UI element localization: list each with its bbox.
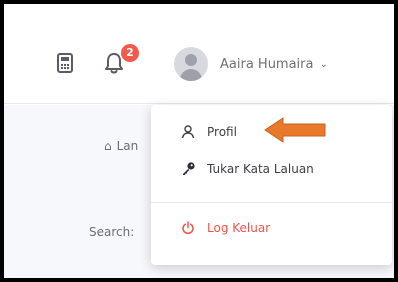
tab-home-label: Lan bbox=[116, 139, 139, 153]
menu-divider bbox=[151, 202, 392, 203]
menu-item-label: Tukar Kata Laluan bbox=[207, 161, 314, 176]
user-icon bbox=[181, 125, 199, 139]
home-icon: ⌂ bbox=[104, 139, 112, 153]
menu-item-label: Log Keluar bbox=[207, 221, 271, 235]
notification-button[interactable]: 2 bbox=[96, 44, 139, 82]
notification-badge: 2 bbox=[121, 44, 139, 62]
chevron-down-icon: ⌄ bbox=[319, 58, 328, 70]
calculator-icon bbox=[57, 53, 73, 73]
pointer-arrow-icon bbox=[264, 117, 326, 143]
menu-item-logout[interactable]: Log Keluar bbox=[181, 221, 270, 235]
top-navbar: 2 Aaira Humaira ⌄ bbox=[4, 4, 394, 104]
key-icon bbox=[181, 161, 199, 176]
power-icon bbox=[181, 221, 199, 235]
user-name: Aaira Humaira bbox=[220, 56, 314, 72]
tab-home[interactable]: ⌂ Lan bbox=[104, 139, 138, 153]
search-label: Search: bbox=[89, 225, 135, 239]
avatar bbox=[174, 47, 208, 81]
user-menu-toggle[interactable]: Aaira Humaira ⌄ bbox=[174, 42, 384, 86]
menu-item-profil[interactable]: Profil bbox=[181, 125, 237, 139]
menu-item-label: Profil bbox=[207, 125, 237, 139]
calculator-button[interactable] bbox=[54, 52, 76, 74]
menu-item-change-password[interactable]: Tukar Kata Laluan bbox=[181, 161, 314, 176]
screenshot-frame: 2 Aaira Humaira ⌄ ⌂ Lan Search: Profil T… bbox=[0, 0, 398, 282]
